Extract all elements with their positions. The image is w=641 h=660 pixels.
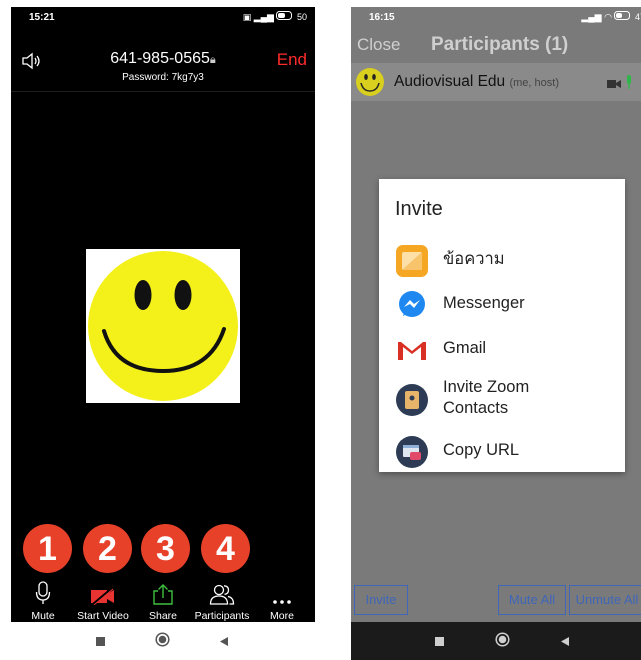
more-button[interactable]: More: [247, 579, 315, 622]
invite-option-label: ข้อความ: [443, 250, 505, 268]
more-icon: [247, 579, 315, 605]
participant-tag: (me, host): [509, 77, 559, 89]
video-camera-icon: [606, 76, 625, 93]
microphone-on-icon: [625, 75, 633, 93]
recent-apps-icon[interactable]: [434, 634, 445, 652]
back-icon[interactable]: [218, 634, 229, 652]
invite-dialog: Invite ข้อความ Messenger Gmail Invite Zo…: [379, 179, 625, 472]
smiley-icon: [88, 251, 238, 401]
status-icons: ▂▄▆ ◠ 47: [581, 11, 641, 23]
participant-name-text: Audiovisual Edu: [394, 73, 506, 90]
home-icon[interactable]: [495, 632, 510, 652]
messenger-icon: [395, 288, 429, 322]
number-badges: 1 2 3 4: [11, 524, 315, 574]
end-button[interactable]: End: [277, 50, 307, 70]
badge-2: 2: [83, 524, 132, 573]
signal-icon: ▂▄▆: [253, 12, 274, 22]
notification-icon: ▣: [242, 12, 252, 22]
mute-all-button[interactable]: Mute All: [498, 585, 566, 615]
participants-screen: 16:15 ▂▄▆ ◠ 47 Close Participants (1) Au…: [351, 7, 641, 660]
copy-url-icon: [395, 435, 429, 469]
invite-option-messenger[interactable]: Messenger: [395, 286, 620, 324]
meeting-id-text: 641-985-0565: [110, 50, 210, 67]
meeting-id: 641-985-0565🔒︎: [11, 50, 315, 68]
status-time: 16:15: [369, 12, 395, 23]
lock-icon: 🔒︎: [209, 54, 216, 66]
home-icon[interactable]: [155, 632, 170, 652]
participants-header: Close Participants (1): [351, 29, 641, 63]
invite-title: Invite: [395, 198, 443, 220]
battery-icon: [276, 11, 297, 22]
meeting-password: Password: 7kg7y3: [122, 72, 204, 83]
participant-name: Audiovisual Edu (me, host): [394, 73, 559, 91]
badge-4: 4: [201, 524, 250, 573]
status-icons: ▣ ▂▄▆ 50: [243, 11, 307, 23]
battery-icon: [614, 11, 635, 22]
invite-option-label: Copy URL: [443, 441, 520, 459]
invite-option-messages[interactable]: ข้อความ: [395, 242, 620, 280]
messages-icon: [395, 244, 429, 278]
participant-avatar: [86, 249, 240, 403]
status-time: 15:21: [29, 12, 55, 23]
participant-row[interactable]: Audiovisual Edu (me, host): [351, 63, 641, 101]
more-label: More: [270, 610, 294, 622]
signal-icon: ▂▄▆: [581, 12, 602, 22]
back-icon[interactable]: [559, 634, 570, 652]
unmute-all-button[interactable]: Unmute All: [569, 585, 641, 615]
avatar: [355, 67, 385, 97]
invite-option-label: Invite Zoom Contacts: [443, 378, 530, 417]
wifi-icon: ◠: [604, 12, 612, 22]
recent-apps-icon[interactable]: [95, 634, 106, 652]
invite-button[interactable]: Invite: [354, 585, 408, 615]
contacts-icon: [395, 383, 429, 417]
gmail-icon: [395, 333, 429, 367]
participants-actions: Invite Mute All Unmute All: [351, 585, 641, 617]
android-nav-bar: [351, 622, 641, 660]
page-title: Participants (1): [431, 34, 569, 55]
participant-status-icons: [606, 75, 633, 94]
meeting-screen: 15:21 ▣ ▂▄▆ 50 641-985-0565🔒︎ Password: …: [11, 7, 315, 660]
meeting-header: 641-985-0565🔒︎ Password: 7kg7y3 End: [11, 43, 315, 92]
status-bar: 16:15 ▂▄▆ ◠ 47: [351, 7, 641, 27]
invite-option-copy-url[interactable]: Copy URL: [395, 433, 620, 471]
invite-option-zoom-contacts[interactable]: Invite Zoom Contacts: [395, 377, 620, 421]
battery-level: 50: [296, 12, 307, 22]
close-button[interactable]: Close: [357, 35, 400, 55]
invite-option-label: Gmail: [443, 339, 487, 357]
badge-1: 1: [23, 524, 72, 573]
invite-option-gmail[interactable]: Gmail: [395, 331, 620, 369]
status-bar: 15:21 ▣ ▂▄▆ 50: [11, 7, 315, 27]
badge-3: 3: [141, 524, 190, 573]
android-nav-bar: [11, 622, 315, 660]
invite-option-label: Messenger: [443, 294, 525, 312]
meeting-toolbar: Mute Start Video Share Participants More: [11, 579, 315, 625]
battery-level: 47: [634, 12, 641, 22]
